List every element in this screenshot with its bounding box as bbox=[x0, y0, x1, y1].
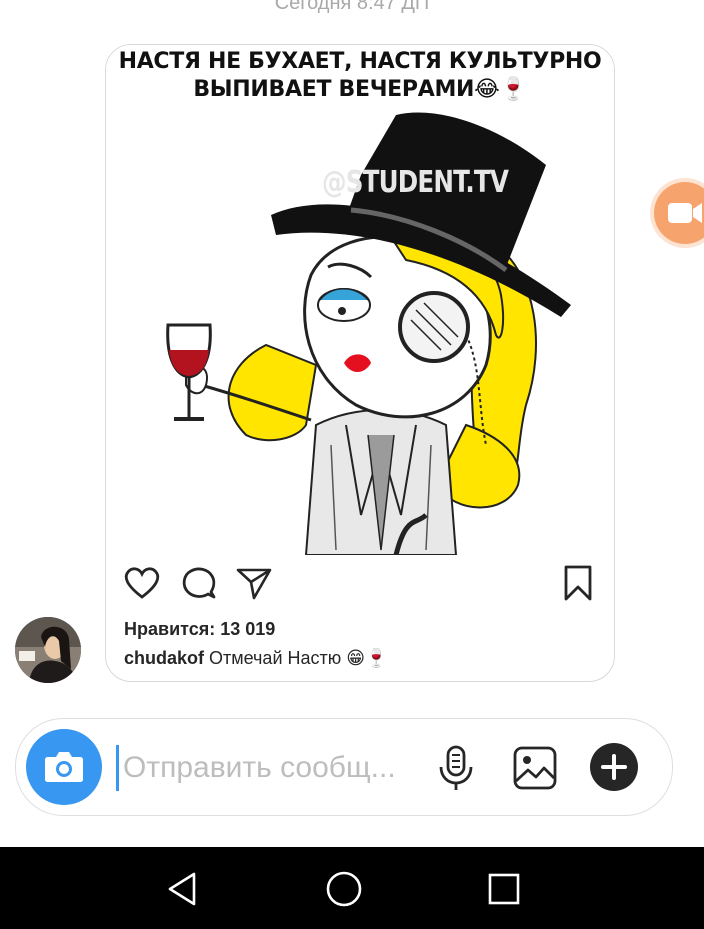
gallery-button[interactable] bbox=[512, 745, 558, 791]
comment-username[interactable]: chudakof bbox=[124, 648, 204, 668]
add-button[interactable] bbox=[590, 743, 638, 791]
microphone-icon bbox=[439, 745, 473, 790]
shared-post-card[interactable]: НАСТЯ НЕ БУХАЕТ, НАСТЯ КУЛЬТУРНО ВЫПИВАЕ… bbox=[105, 44, 615, 682]
microphone-button[interactable] bbox=[436, 745, 476, 791]
video-call-button[interactable] bbox=[654, 182, 704, 244]
comment-text: Отмечай Настю 😁🍷 bbox=[204, 648, 388, 668]
image-icon bbox=[513, 746, 557, 790]
sender-avatar[interactable] bbox=[15, 617, 81, 683]
post-actions bbox=[106, 563, 614, 603]
home-circle-icon bbox=[326, 871, 362, 907]
likes-count[interactable]: Нравится: 13 019 bbox=[124, 619, 275, 640]
message-timestamp: Сегодня 8:47 ДП bbox=[274, 0, 430, 14]
bookmark-icon[interactable] bbox=[558, 563, 598, 603]
back-triangle-icon bbox=[168, 872, 196, 906]
meme-watermark: @STUDENT.TV bbox=[322, 165, 509, 200]
message-input[interactable] bbox=[116, 745, 423, 791]
message-composer bbox=[15, 718, 673, 816]
post-comment: chudakof Отмечай Настю 😁🍷 bbox=[124, 648, 387, 669]
back-button[interactable] bbox=[164, 869, 204, 909]
recents-button[interactable] bbox=[484, 869, 524, 909]
meme-image[interactable]: НАСТЯ НЕ БУХАЕТ, НАСТЯ КУЛЬТУРНО ВЫПИВАЕ… bbox=[106, 45, 614, 555]
send-icon[interactable] bbox=[234, 563, 274, 603]
comment-icon[interactable] bbox=[178, 563, 218, 603]
meme-illustration bbox=[166, 112, 571, 555]
heart-icon[interactable] bbox=[122, 563, 162, 603]
recents-square-icon bbox=[488, 873, 520, 905]
camera-icon bbox=[45, 752, 83, 782]
home-button[interactable] bbox=[324, 869, 364, 909]
video-camera-icon bbox=[668, 203, 702, 223]
camera-button[interactable] bbox=[26, 729, 102, 805]
plus-icon bbox=[590, 743, 638, 791]
system-navigation-bar bbox=[0, 847, 704, 929]
